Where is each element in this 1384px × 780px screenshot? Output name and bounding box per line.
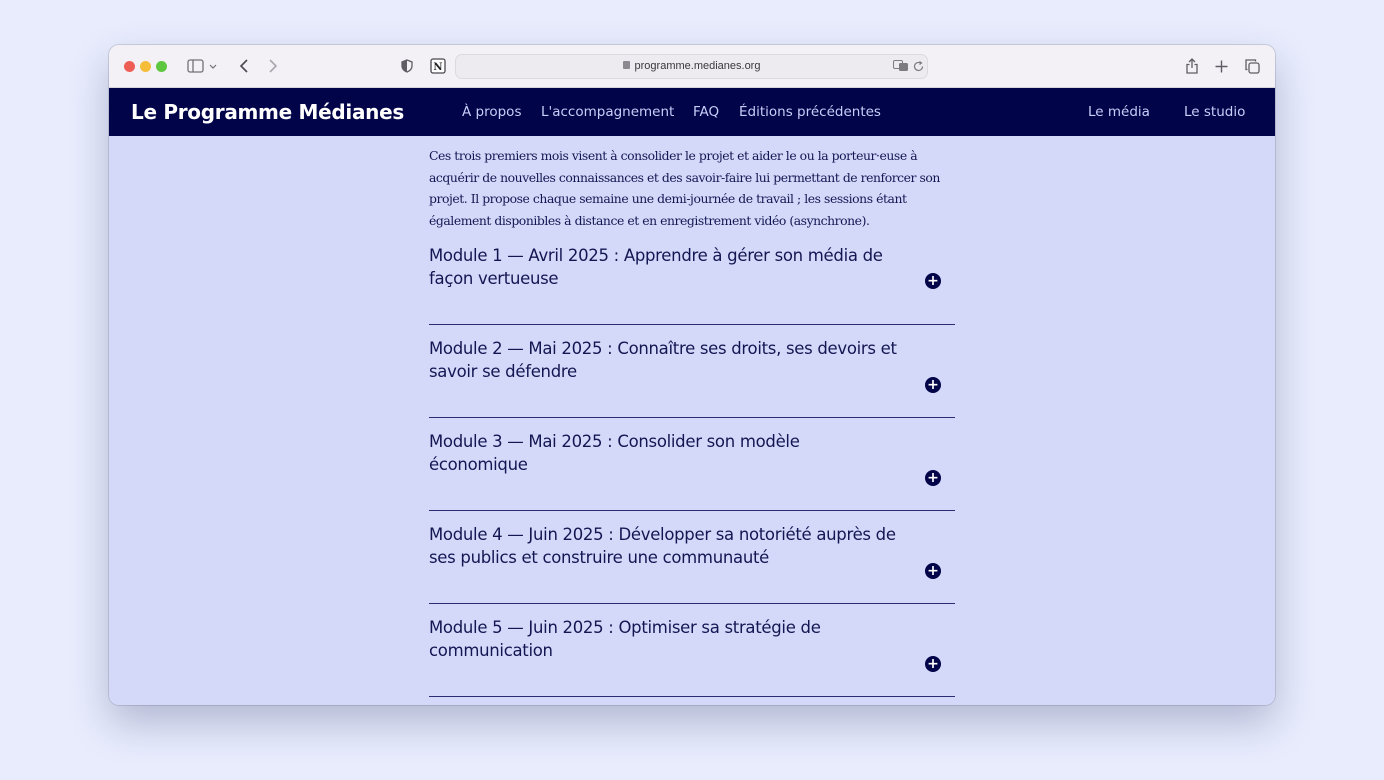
privacy-shield-icon[interactable] bbox=[399, 56, 415, 76]
share-icon[interactable] bbox=[1184, 56, 1200, 76]
lock-icon bbox=[622, 61, 630, 69]
zoom-window-button[interactable] bbox=[156, 61, 167, 72]
accordion-item-module-4[interactable]: Module 4 — Juin 2025 : Développer sa not… bbox=[429, 511, 955, 604]
new-tab-icon[interactable] bbox=[1213, 56, 1229, 76]
modules-accordion: Module 1 — Avril 2025 : Apprendre à gére… bbox=[429, 243, 955, 697]
nav-link-editions-precedentes[interactable]: Éditions précédentes bbox=[739, 104, 881, 120]
forward-icon[interactable] bbox=[266, 56, 280, 76]
module-title[interactable]: Module 5 — Juin 2025 : Optimiser sa stra… bbox=[429, 616, 899, 662]
accordion-item-module-2[interactable]: Module 2 — Mai 2025 : Connaître ses droi… bbox=[429, 325, 955, 418]
intro-paragraph: Ces trois premiers mois visent à consoli… bbox=[429, 148, 940, 229]
module-title[interactable]: Module 2 — Mai 2025 : Connaître ses droi… bbox=[429, 337, 899, 383]
page-content: Ces trois premiers mois visent à consoli… bbox=[109, 136, 1275, 705]
module-title[interactable]: Module 3 — Mai 2025 : Consolider son mod… bbox=[429, 430, 899, 476]
browser-toolbar: N programme.medianes.org bbox=[109, 45, 1275, 88]
close-window-button[interactable] bbox=[124, 61, 135, 72]
expand-plus-icon[interactable]: + bbox=[925, 563, 941, 579]
tab-overview-icon[interactable] bbox=[1243, 56, 1261, 76]
accordion-item-module-5[interactable]: Module 5 — Juin 2025 : Optimiser sa stra… bbox=[429, 604, 955, 697]
notion-extension-icon[interactable]: N bbox=[429, 56, 447, 76]
site-logo-title[interactable]: Le Programme Médianes bbox=[131, 100, 404, 124]
accordion-item-module-3[interactable]: Module 3 — Mai 2025 : Consolider son mod… bbox=[429, 418, 955, 511]
site-header: Le Programme Médianes À propos L'accompa… bbox=[109, 88, 1275, 136]
nav-link-a-propos[interactable]: À propos bbox=[462, 104, 521, 120]
sidebar-toggle-icon[interactable] bbox=[187, 56, 217, 76]
svg-text:N: N bbox=[433, 62, 442, 73]
module-title[interactable]: Module 1 — Avril 2025 : Apprendre à gére… bbox=[429, 244, 899, 290]
nav-link-accompagnement[interactable]: L'accompagnement bbox=[541, 104, 674, 120]
expand-plus-icon[interactable]: + bbox=[925, 377, 941, 393]
accordion-item-module-1[interactable]: Module 1 — Avril 2025 : Apprendre à gére… bbox=[429, 243, 955, 325]
reload-icon[interactable] bbox=[911, 58, 925, 74]
nav-link-le-studio[interactable]: Le studio bbox=[1184, 104, 1245, 120]
expand-plus-icon[interactable]: + bbox=[925, 656, 941, 672]
translate-icon[interactable] bbox=[892, 58, 910, 74]
minimize-window-button[interactable] bbox=[140, 61, 151, 72]
nav-link-faq[interactable]: FAQ bbox=[693, 104, 719, 120]
expand-plus-icon[interactable]: + bbox=[925, 273, 941, 289]
back-icon[interactable] bbox=[237, 56, 251, 76]
module-title[interactable]: Module 4 — Juin 2025 : Développer sa not… bbox=[429, 523, 899, 569]
address-bar[interactable]: programme.medianes.org bbox=[455, 54, 928, 79]
url-text: programme.medianes.org bbox=[634, 60, 761, 72]
expand-plus-icon[interactable]: + bbox=[925, 470, 941, 486]
browser-window: N programme.medianes.org Le Programme Mé… bbox=[109, 45, 1275, 705]
nav-link-le-media[interactable]: Le média bbox=[1088, 104, 1150, 120]
